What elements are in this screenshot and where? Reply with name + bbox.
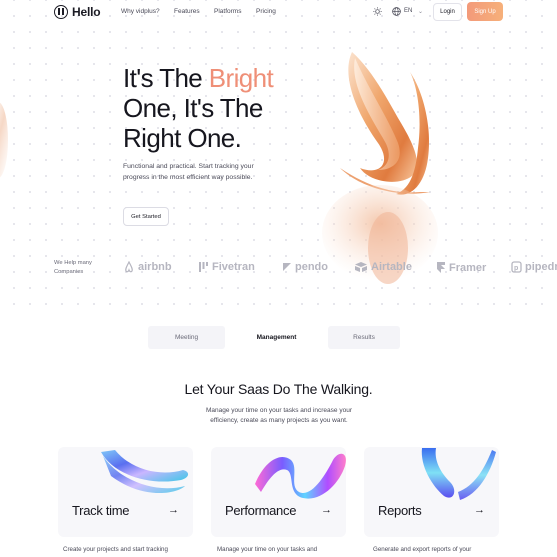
login-button[interactable]: Login	[433, 3, 462, 21]
brand-pendo-label: pendo	[295, 261, 328, 273]
airtable-icon	[355, 262, 367, 272]
feature-card-reports[interactable]: Reports →	[364, 447, 499, 537]
svg-text:p: p	[514, 265, 518, 272]
fivetran-icon	[199, 262, 208, 272]
nav-link-pricing[interactable]: Pricing	[256, 8, 276, 15]
airbnb-icon	[125, 261, 133, 273]
tab-management[interactable]: Management	[240, 326, 313, 349]
section-title: Let Your Saas Do The Walking.	[184, 381, 373, 397]
brand-airtable-label: Airtable	[371, 261, 412, 273]
chevron-down-icon[interactable]: ⌄	[418, 8, 423, 15]
pendo-icon	[283, 263, 291, 271]
feature-card-performance[interactable]: Performance →	[211, 447, 346, 537]
logo[interactable]: Hello	[54, 5, 101, 19]
tab-results[interactable]: Results	[328, 326, 400, 349]
nav-link-why[interactable]: Why vidplus?	[121, 8, 160, 15]
hero-title-line3: Right One.	[123, 123, 242, 153]
brand-airbnb-label: airbnb	[138, 261, 172, 273]
pipedrive-icon: p	[511, 261, 522, 273]
brand-pipedrive: p pipedrive	[511, 261, 557, 273]
hero-title-part1: It's The	[123, 63, 209, 93]
hero-title: It's The Bright One, It's The Right One.	[123, 63, 274, 153]
brand-pipedrive-label: pipedrive	[525, 261, 557, 273]
feature-card-track-time[interactable]: Track time →	[58, 447, 193, 537]
holographic-twist-icon	[421, 448, 496, 500]
logo-icon	[54, 5, 68, 19]
globe-icon[interactable]	[392, 7, 401, 16]
signup-button[interactable]: Sign Up	[467, 2, 503, 21]
card-description: Create your projects and start tracking	[63, 546, 168, 553]
arrow-right-icon[interactable]: →	[321, 504, 332, 516]
brand-pendo: pendo	[282, 261, 328, 273]
brand-framer-label: Framer	[449, 261, 487, 274]
brand-airtable: Airtable	[354, 261, 412, 273]
holographic-spiral-icon	[255, 453, 346, 499]
tab-meeting[interactable]: Meeting	[148, 326, 225, 349]
hero-subtitle: Functional and practical. Start tracking…	[123, 163, 254, 181]
sun-icon[interactable]	[373, 7, 382, 16]
hero-title-line2: One, It's The	[123, 93, 263, 123]
brand-fivetran-label: Fivetran	[212, 261, 255, 273]
get-started-button[interactable]: Get Started	[123, 207, 169, 226]
holographic-ribbon-icon	[101, 450, 189, 494]
framer-icon	[437, 262, 445, 273]
nav-link-features[interactable]: Features	[174, 8, 200, 15]
hero-title-accent: Bright	[208, 63, 274, 93]
companies-label: We Help many Companies	[54, 260, 92, 275]
card-description: Manage your time on your tasks and	[217, 546, 318, 553]
card-title: Reports	[378, 503, 422, 518]
logo-text: Hello	[72, 5, 101, 19]
card-title: Performance	[225, 503, 297, 518]
card-title: Track time	[72, 503, 130, 518]
card-description: Generate and export reports of your	[373, 546, 472, 553]
brand-framer: Framer	[436, 261, 486, 274]
language-selector[interactable]: EN	[404, 8, 412, 14]
decorative-shape	[0, 102, 8, 178]
nav-link-platforms[interactable]: Platforms	[214, 8, 241, 15]
top-nav: Hello Why vidplus? Features Platforms Pr…	[0, 0, 557, 26]
arrow-right-icon[interactable]: →	[474, 504, 485, 516]
arrow-right-icon[interactable]: →	[168, 504, 179, 516]
section-subtitle: Manage your time on your tasks and incre…	[206, 407, 352, 424]
brand-airbnb: airbnb	[123, 261, 172, 273]
brand-fivetran: Fivetran	[198, 261, 255, 273]
